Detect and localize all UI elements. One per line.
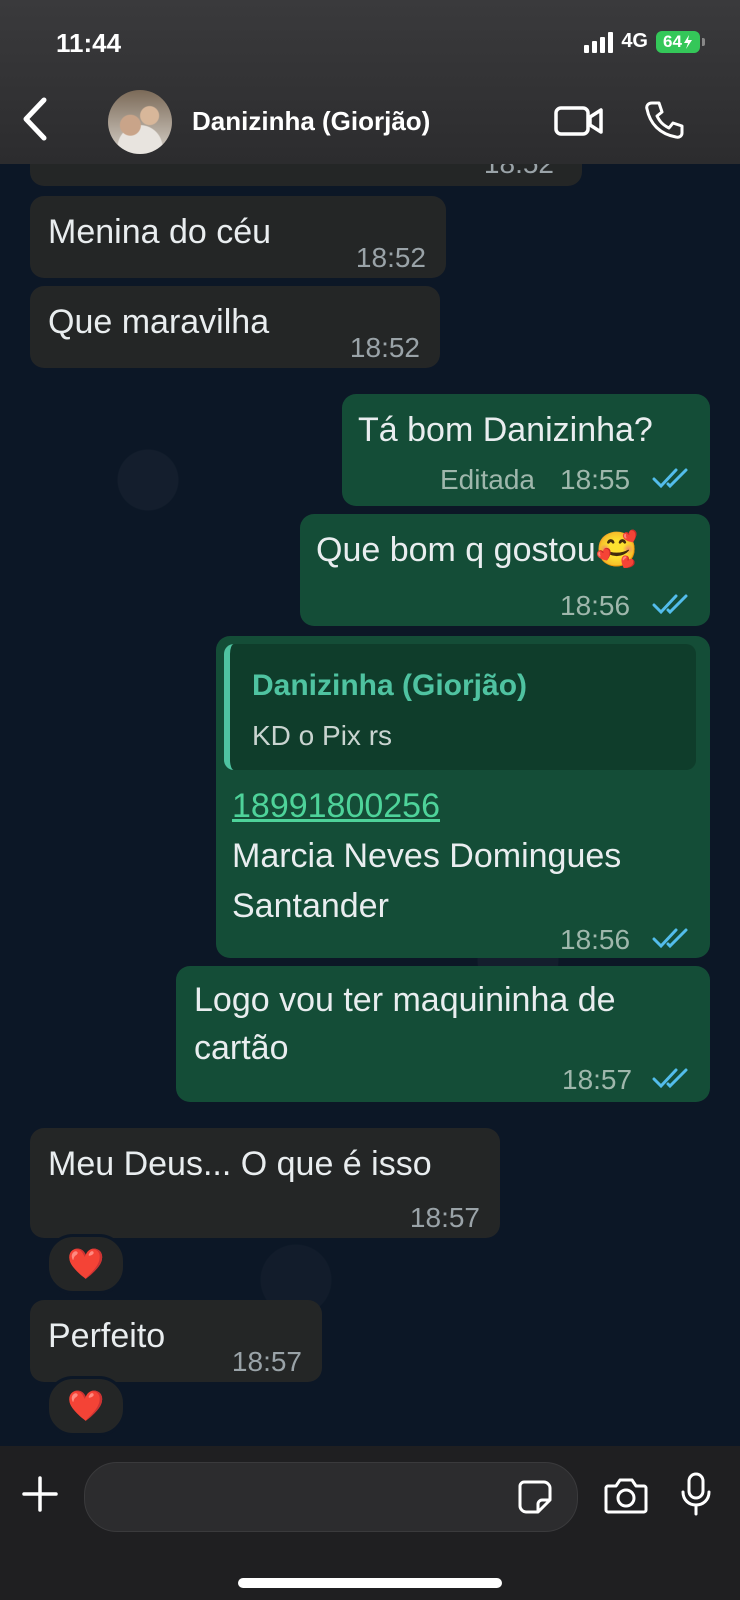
double-check-icon	[652, 1068, 688, 1089]
phone-number-link[interactable]: 18991800256	[232, 784, 440, 828]
attach-button[interactable]	[22, 1476, 58, 1517]
double-check-icon	[652, 928, 688, 949]
message-time: 18:56	[560, 924, 631, 955]
video-call-button[interactable]	[554, 104, 604, 143]
network-type: 4G	[621, 30, 648, 52]
message-time: 18:57	[231, 1346, 302, 1377]
message-text: Marcia Neves Domingues	[232, 837, 622, 875]
camera-button[interactable]	[604, 1476, 648, 1519]
microphone-icon	[681, 1472, 711, 1516]
sticker-button[interactable]	[518, 1480, 552, 1519]
message-text: Tá bom Danizinha?	[358, 411, 653, 449]
battery-icon: 64	[656, 30, 705, 53]
video-call-icon	[554, 106, 603, 136]
microphone-button[interactable]	[680, 1472, 712, 1521]
double-check-icon	[652, 468, 688, 489]
message-time: 18:55	[560, 464, 631, 495]
chat-header: 11:44 4G 64 Danizinha (Giorjão)	[0, 0, 740, 164]
plus-icon	[22, 1476, 58, 1512]
composer-bar	[0, 1446, 740, 1600]
edited-label: Editada	[440, 464, 535, 495]
message-bubble[interactable]: Perfeito 18:57	[30, 1300, 322, 1382]
message-text: Que maravilha	[48, 303, 270, 341]
message-time: 18:52	[349, 332, 420, 363]
double-check-icon	[652, 594, 688, 615]
message-time: 18:56	[560, 590, 631, 621]
message-bubble[interactable]: Que bom q gostou🥰 18:56	[300, 514, 710, 626]
reaction-badge[interactable]: ❤️	[46, 1376, 126, 1436]
chat-nav: Danizinha (Giorjão)	[0, 86, 740, 156]
status-indicators: 4G 64	[584, 30, 705, 53]
avatar[interactable]	[108, 90, 172, 154]
message-bubble[interactable]: Logo vou ter maquininha de cartão 18:57	[176, 966, 710, 1102]
camera-icon	[604, 1478, 648, 1514]
signal-icon	[584, 31, 614, 53]
message-time: 18:57	[409, 1202, 480, 1233]
message-text: Perfeito	[48, 1317, 166, 1355]
message-input[interactable]	[84, 1462, 578, 1532]
status-bar: 11:44 4G 64	[0, 26, 740, 62]
quoted-message[interactable]: Danizinha (Giorjão) KD o Pix rs	[224, 644, 696, 770]
message-bubble[interactable]: Tá bom Danizinha? Editada 18:55	[342, 394, 710, 506]
contact-name[interactable]: Danizinha (Giorjão)	[192, 106, 430, 137]
message-text: Meu Deus... O que é isso	[48, 1145, 432, 1183]
message-bubble[interactable]: Menina do céu 18:52	[30, 196, 446, 278]
message-bubble[interactable]: Que maravilha 18:52	[30, 286, 440, 368]
message-text: Santander	[232, 887, 389, 925]
home-indicator	[238, 1578, 502, 1588]
heart-icon: ❤️	[67, 1247, 105, 1281]
reaction-badge[interactable]: ❤️	[46, 1234, 126, 1294]
message-time: 18:52	[355, 242, 426, 273]
message-bubble[interactable]: Meu Deus... O que é isso 18:57	[30, 1128, 500, 1238]
message-text: cartão	[194, 1029, 289, 1067]
heart-icon: ❤️	[67, 1389, 105, 1423]
sticker-icon	[518, 1480, 552, 1514]
message-bubble[interactable]: Danizinha (Giorjão) KD o Pix rs 18991800…	[216, 636, 710, 958]
message-text: Logo vou ter maquininha de	[194, 981, 616, 1019]
back-chevron-icon	[23, 97, 47, 141]
message-time: 18:57	[562, 1064, 633, 1095]
battery-level: 64	[663, 31, 682, 51]
quoted-author: Danizinha (Giorjão)	[252, 669, 528, 702]
message-text: Que bom q gostou🥰	[316, 531, 639, 569]
message-text: Menina do céu	[48, 213, 272, 251]
back-button[interactable]	[20, 96, 60, 144]
quoted-text: KD o Pix rs	[252, 720, 393, 751]
voice-call-button[interactable]	[644, 100, 684, 145]
voice-call-icon	[645, 101, 684, 139]
status-time: 11:44	[56, 28, 122, 58]
